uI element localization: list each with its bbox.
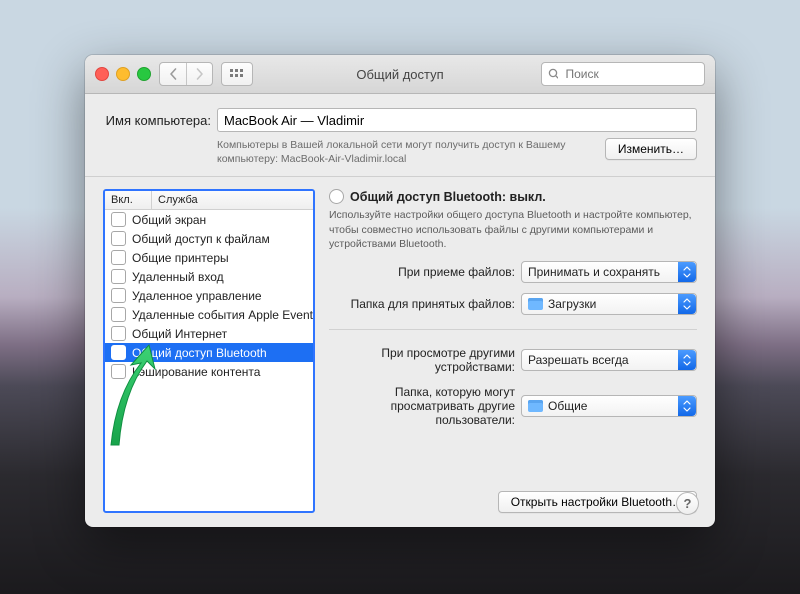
service-item-label: Удаленный вход [132,270,224,284]
nav-back-forward [159,62,213,86]
browse-folder-value: Общие [548,399,587,413]
service-item-label: Удаленные события Apple Events [132,308,313,322]
service-checkbox[interactable] [111,326,126,341]
service-checkbox[interactable] [111,250,126,265]
service-item-label: Общий Интернет [132,327,227,341]
service-item[interactable]: Удаленный вход [105,267,313,286]
computer-name-section: Имя компьютера: Компьютеры в Вашей локал… [85,94,715,177]
receive-action-value: Принимать и сохранять [528,265,660,279]
service-checkbox[interactable] [111,364,126,379]
titlebar: Общий доступ [85,55,715,94]
column-service: Служба [152,191,204,209]
service-item[interactable]: Кэширование контента [105,362,313,381]
popup-arrows-icon [678,350,696,370]
service-item-label: Общий доступ к файлам [132,232,270,246]
computer-name-label: Имя компьютера: [103,113,211,128]
close-icon[interactable] [95,67,109,81]
content-area: Вкл. Служба Общий экран Общий доступ к фа… [85,177,715,527]
column-on: Вкл. [105,191,152,209]
back-button[interactable] [160,63,186,85]
browse-action-value: Разрешать всегда [528,353,629,367]
open-bluetooth-settings-button[interactable]: Открыть настройки Bluetooth… [498,491,697,513]
incoming-folder-label: Папка для принятых файлов: [329,297,515,311]
browse-folder-label: Папка, которую могут просматривать други… [329,385,515,428]
service-checkbox[interactable] [111,269,126,284]
browse-label: При просмотре другими устройствами: [329,346,515,375]
search-input[interactable] [563,66,698,82]
grid-icon [230,69,244,79]
service-item[interactable]: Удаленное управление [105,286,313,305]
popup-arrows-icon [678,396,696,416]
service-item[interactable]: Общий доступ к файлам [105,229,313,248]
separator [329,329,697,330]
edit-hostname-button[interactable]: Изменить… [605,138,697,160]
computer-name-subtext: Компьютеры в Вашей локальной сети могут … [217,138,599,166]
service-item-label: Удаленное управление [132,289,262,303]
computer-name-field[interactable] [217,108,697,132]
help-button[interactable]: ? [676,492,699,515]
service-description: Используйте настройки общего доступа Blu… [329,208,697,251]
service-item-label: Общий доступ Bluetooth [132,346,267,360]
service-detail-pane: Общий доступ Bluetooth: выкл. Используйт… [329,189,697,513]
service-item[interactable]: Общий доступ Bluetooth [105,343,313,362]
service-item-label: Кэширование контента [132,365,260,379]
sharing-preferences-window: Общий доступ Имя компьютера: Компьютеры … [85,55,715,527]
incoming-folder-popup[interactable]: Загрузки [521,293,697,315]
browse-folder-popup[interactable]: Общие [521,395,697,417]
service-checkbox[interactable] [111,231,126,246]
zoom-icon[interactable] [137,67,151,81]
service-checkbox[interactable] [111,212,126,227]
service-checkbox[interactable] [111,288,126,303]
popup-arrows-icon [678,262,696,282]
service-heading: Общий доступ Bluetooth: выкл. [350,190,546,204]
services-list: Вкл. Служба Общий экран Общий доступ к фа… [103,189,315,513]
service-item[interactable]: Общие принтеры [105,248,313,267]
popup-arrows-icon [678,294,696,314]
service-item[interactable]: Общий Интернет [105,324,313,343]
incoming-folder-value: Загрузки [548,297,596,311]
service-item[interactable]: Общий экран [105,210,313,229]
service-item-label: Общий экран [132,213,206,227]
service-item[interactable]: Удаленные события Apple Events [105,305,313,324]
services-rows: Общий экран Общий доступ к файлам Общие пр… [105,210,313,511]
folder-icon [528,400,543,412]
browse-action-popup[interactable]: Разрешать всегда [521,349,697,371]
receive-action-popup[interactable]: Принимать и сохранять [521,261,697,283]
search-field[interactable] [541,62,705,86]
search-icon [548,68,558,80]
service-checkbox[interactable] [111,307,126,322]
folder-icon [528,298,543,310]
show-all-button[interactable] [221,62,253,86]
window-controls [95,67,151,81]
service-item-label: Общие принтеры [132,251,229,265]
service-checkbox[interactable] [111,345,126,360]
receive-label: При приеме файлов: [329,265,515,279]
minimize-icon[interactable] [116,67,130,81]
forward-button[interactable] [186,63,212,85]
services-header: Вкл. Служба [105,191,313,210]
enable-service-radio[interactable] [329,189,344,204]
